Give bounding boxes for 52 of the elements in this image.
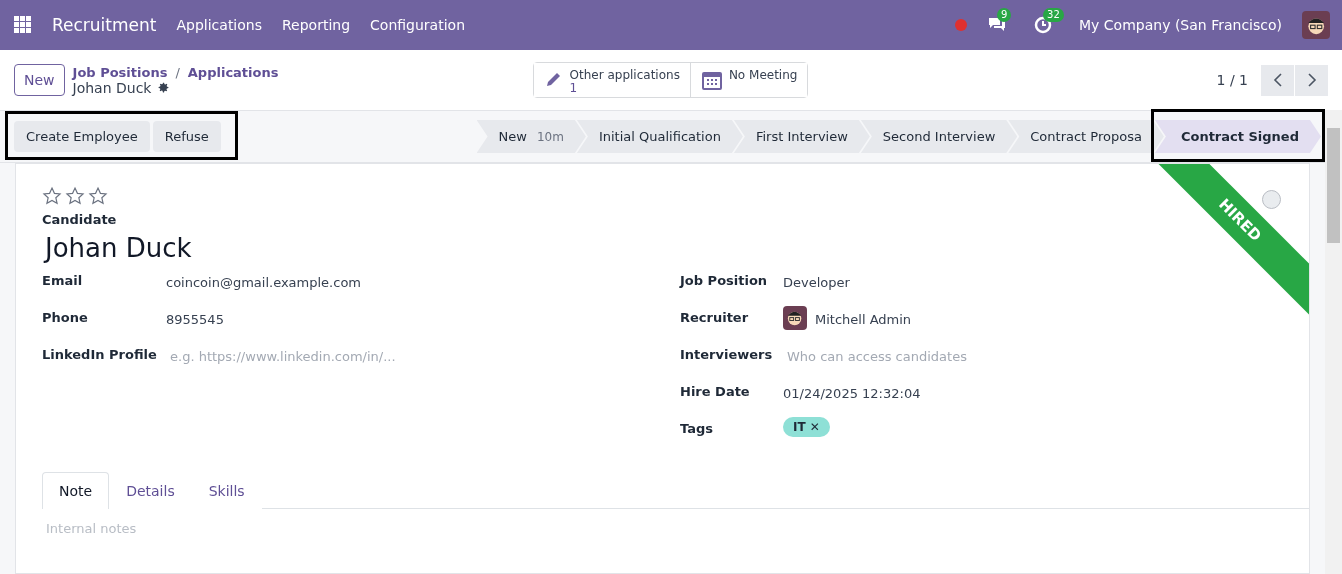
next-button[interactable] [1295, 64, 1328, 96]
field-value[interactable]: Mitchell Admin [815, 309, 912, 327]
star-icon[interactable] [88, 186, 108, 206]
action-button[interactable]: Refuse [152, 121, 221, 152]
record-title: Johan Duck [72, 79, 152, 96]
company-name[interactable]: My Company (San Francisco) [1079, 17, 1282, 33]
stage-button[interactable]: New 10m [476, 120, 586, 153]
scrollbar[interactable] [1325, 110, 1342, 574]
field-value[interactable]: Developer [783, 273, 850, 290]
recording-dot-icon[interactable] [955, 19, 968, 31]
candidate-name[interactable]: Johan Duck [45, 233, 192, 263]
avatar-icon [783, 306, 807, 330]
field-value[interactable]: coincoin@gmail.example.com [166, 273, 361, 290]
star-icon[interactable] [65, 186, 85, 206]
notification-badge: 9 [997, 8, 1012, 22]
action-button[interactable]: Create Employee [14, 121, 150, 152]
field-label: Phone [42, 310, 89, 325]
field-label: Interviewers [680, 347, 774, 362]
tab[interactable]: Note [42, 472, 110, 509]
pager-text: 1 / 1 [1216, 72, 1248, 88]
stage-button[interactable]: Second Interview [860, 120, 1018, 153]
settings-icon[interactable] [157, 81, 171, 94]
app-grid-icon[interactable] [14, 16, 32, 34]
field-label: Tags [680, 421, 714, 436]
field-label: Recruiter [680, 310, 750, 325]
user-avatar[interactable] [1302, 11, 1330, 39]
menu-item[interactable]: Applications [176, 17, 262, 33]
chevron-right-icon [1306, 73, 1317, 87]
field-label: Email [42, 273, 84, 288]
tag[interactable]: IT ✕ [783, 417, 830, 437]
stage-button[interactable]: First Interview [733, 120, 870, 153]
menu-item[interactable]: Reporting [282, 17, 351, 33]
app-name[interactable]: Recruitment [52, 15, 157, 35]
breadcrumb-link[interactable]: Applications [187, 64, 279, 80]
field-label: Hire Date [680, 384, 751, 399]
field-value[interactable]: 8955545 [166, 310, 224, 327]
menu-item[interactable]: Configuration [370, 17, 465, 33]
chevron-left-icon [1272, 73, 1283, 87]
field-label: Job Position [680, 273, 769, 288]
field-value[interactable]: 01/24/2025 12:32:04 [783, 384, 921, 401]
calendar-icon [700, 69, 723, 91]
previous-button[interactable] [1261, 64, 1294, 96]
stage-button[interactable]: Contract Signed [1154, 120, 1321, 153]
notification-badge: 32 [1043, 8, 1064, 22]
smart-button[interactable]: Other applications 1 [533, 63, 691, 97]
breadcrumb-separator: / [175, 64, 180, 80]
star-icon[interactable] [42, 186, 62, 206]
stage-button[interactable]: Contract Proposa [1008, 120, 1164, 153]
breadcrumb-link[interactable]: Job Positions [72, 64, 168, 80]
field-label: LinkedIn Profile [42, 347, 158, 362]
stage-button[interactable]: Initial Qualification [576, 120, 743, 153]
new-button[interactable]: New [14, 64, 65, 96]
